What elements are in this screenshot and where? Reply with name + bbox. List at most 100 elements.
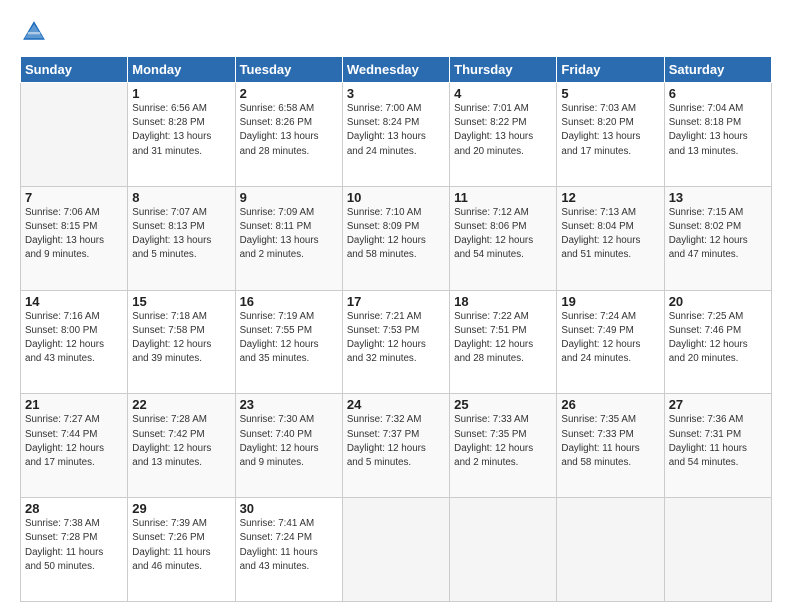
day-info: Sunrise: 7:39 AM Sunset: 7:26 PM Dayligh… [132, 517, 230, 574]
day-number: 11 [454, 190, 552, 205]
day-info: Sunrise: 7:38 AM Sunset: 7:28 PM Dayligh… [25, 517, 123, 574]
day-info: Sunrise: 7:01 AM Sunset: 8:22 PM Dayligh… [454, 102, 552, 159]
day-info: Sunrise: 7:04 AM Sunset: 8:18 PM Dayligh… [669, 102, 767, 159]
day-number: 13 [669, 190, 767, 205]
day-info: Sunrise: 7:12 AM Sunset: 8:06 PM Dayligh… [454, 206, 552, 263]
calendar-cell: 13Sunrise: 7:15 AM Sunset: 8:02 PM Dayli… [664, 186, 771, 290]
calendar-cell: 2Sunrise: 6:58 AM Sunset: 8:26 PM Daylig… [235, 83, 342, 187]
calendar-week-row: 21Sunrise: 7:27 AM Sunset: 7:44 PM Dayli… [21, 394, 772, 498]
calendar-cell: 24Sunrise: 7:32 AM Sunset: 7:37 PM Dayli… [342, 394, 449, 498]
day-number: 23 [240, 397, 338, 412]
calendar-week-row: 7Sunrise: 7:06 AM Sunset: 8:15 PM Daylig… [21, 186, 772, 290]
day-info: Sunrise: 7:06 AM Sunset: 8:15 PM Dayligh… [25, 206, 123, 263]
day-info: Sunrise: 6:58 AM Sunset: 8:26 PM Dayligh… [240, 102, 338, 159]
day-info: Sunrise: 7:27 AM Sunset: 7:44 PM Dayligh… [25, 413, 123, 470]
weekday-header-saturday: Saturday [664, 57, 771, 83]
weekday-header-wednesday: Wednesday [342, 57, 449, 83]
calendar-cell: 11Sunrise: 7:12 AM Sunset: 8:06 PM Dayli… [450, 186, 557, 290]
day-number: 2 [240, 86, 338, 101]
day-number: 19 [561, 294, 659, 309]
day-number: 22 [132, 397, 230, 412]
calendar-cell: 15Sunrise: 7:18 AM Sunset: 7:58 PM Dayli… [128, 290, 235, 394]
calendar-cell: 9Sunrise: 7:09 AM Sunset: 8:11 PM Daylig… [235, 186, 342, 290]
day-number: 1 [132, 86, 230, 101]
day-number: 29 [132, 501, 230, 516]
weekday-header-sunday: Sunday [21, 57, 128, 83]
weekday-header-row: SundayMondayTuesdayWednesdayThursdayFrid… [21, 57, 772, 83]
calendar-cell: 12Sunrise: 7:13 AM Sunset: 8:04 PM Dayli… [557, 186, 664, 290]
day-info: Sunrise: 7:21 AM Sunset: 7:53 PM Dayligh… [347, 310, 445, 367]
day-number: 7 [25, 190, 123, 205]
calendar-cell: 16Sunrise: 7:19 AM Sunset: 7:55 PM Dayli… [235, 290, 342, 394]
day-info: Sunrise: 7:18 AM Sunset: 7:58 PM Dayligh… [132, 310, 230, 367]
day-number: 14 [25, 294, 123, 309]
header [20, 18, 772, 46]
day-info: Sunrise: 7:16 AM Sunset: 8:00 PM Dayligh… [25, 310, 123, 367]
weekday-header-friday: Friday [557, 57, 664, 83]
calendar-cell: 19Sunrise: 7:24 AM Sunset: 7:49 PM Dayli… [557, 290, 664, 394]
day-number: 26 [561, 397, 659, 412]
day-number: 4 [454, 86, 552, 101]
calendar-table: SundayMondayTuesdayWednesdayThursdayFrid… [20, 56, 772, 602]
calendar-cell: 18Sunrise: 7:22 AM Sunset: 7:51 PM Dayli… [450, 290, 557, 394]
day-info: Sunrise: 7:41 AM Sunset: 7:24 PM Dayligh… [240, 517, 338, 574]
calendar-cell [450, 498, 557, 602]
day-number: 20 [669, 294, 767, 309]
calendar-cell: 7Sunrise: 7:06 AM Sunset: 8:15 PM Daylig… [21, 186, 128, 290]
day-number: 5 [561, 86, 659, 101]
logo-icon [20, 18, 48, 46]
calendar-cell: 5Sunrise: 7:03 AM Sunset: 8:20 PM Daylig… [557, 83, 664, 187]
day-info: Sunrise: 7:33 AM Sunset: 7:35 PM Dayligh… [454, 413, 552, 470]
weekday-header-monday: Monday [128, 57, 235, 83]
day-info: Sunrise: 7:25 AM Sunset: 7:46 PM Dayligh… [669, 310, 767, 367]
day-info: Sunrise: 7:15 AM Sunset: 8:02 PM Dayligh… [669, 206, 767, 263]
day-info: Sunrise: 7:32 AM Sunset: 7:37 PM Dayligh… [347, 413, 445, 470]
calendar-cell: 28Sunrise: 7:38 AM Sunset: 7:28 PM Dayli… [21, 498, 128, 602]
calendar-cell: 21Sunrise: 7:27 AM Sunset: 7:44 PM Dayli… [21, 394, 128, 498]
day-number: 24 [347, 397, 445, 412]
calendar-cell: 23Sunrise: 7:30 AM Sunset: 7:40 PM Dayli… [235, 394, 342, 498]
day-number: 28 [25, 501, 123, 516]
day-info: Sunrise: 7:22 AM Sunset: 7:51 PM Dayligh… [454, 310, 552, 367]
day-info: Sunrise: 7:13 AM Sunset: 8:04 PM Dayligh… [561, 206, 659, 263]
day-number: 3 [347, 86, 445, 101]
calendar-cell [557, 498, 664, 602]
day-info: Sunrise: 7:03 AM Sunset: 8:20 PM Dayligh… [561, 102, 659, 159]
logo [20, 18, 52, 46]
calendar-cell: 6Sunrise: 7:04 AM Sunset: 8:18 PM Daylig… [664, 83, 771, 187]
weekday-header-tuesday: Tuesday [235, 57, 342, 83]
calendar-cell [664, 498, 771, 602]
day-number: 6 [669, 86, 767, 101]
weekday-header-thursday: Thursday [450, 57, 557, 83]
calendar-week-row: 1Sunrise: 6:56 AM Sunset: 8:28 PM Daylig… [21, 83, 772, 187]
day-info: Sunrise: 7:30 AM Sunset: 7:40 PM Dayligh… [240, 413, 338, 470]
calendar-cell: 22Sunrise: 7:28 AM Sunset: 7:42 PM Dayli… [128, 394, 235, 498]
calendar-cell: 1Sunrise: 6:56 AM Sunset: 8:28 PM Daylig… [128, 83, 235, 187]
calendar-cell: 3Sunrise: 7:00 AM Sunset: 8:24 PM Daylig… [342, 83, 449, 187]
calendar-week-row: 14Sunrise: 7:16 AM Sunset: 8:00 PM Dayli… [21, 290, 772, 394]
day-info: Sunrise: 7:35 AM Sunset: 7:33 PM Dayligh… [561, 413, 659, 470]
day-info: Sunrise: 7:07 AM Sunset: 8:13 PM Dayligh… [132, 206, 230, 263]
day-info: Sunrise: 7:10 AM Sunset: 8:09 PM Dayligh… [347, 206, 445, 263]
day-info: Sunrise: 7:36 AM Sunset: 7:31 PM Dayligh… [669, 413, 767, 470]
calendar-cell: 17Sunrise: 7:21 AM Sunset: 7:53 PM Dayli… [342, 290, 449, 394]
day-number: 21 [25, 397, 123, 412]
day-number: 17 [347, 294, 445, 309]
day-info: Sunrise: 7:28 AM Sunset: 7:42 PM Dayligh… [132, 413, 230, 470]
calendar-cell [21, 83, 128, 187]
calendar-week-row: 28Sunrise: 7:38 AM Sunset: 7:28 PM Dayli… [21, 498, 772, 602]
day-number: 18 [454, 294, 552, 309]
day-number: 25 [454, 397, 552, 412]
day-info: Sunrise: 7:19 AM Sunset: 7:55 PM Dayligh… [240, 310, 338, 367]
calendar-cell [342, 498, 449, 602]
calendar-cell: 26Sunrise: 7:35 AM Sunset: 7:33 PM Dayli… [557, 394, 664, 498]
page: SundayMondayTuesdayWednesdayThursdayFrid… [0, 0, 792, 612]
day-info: Sunrise: 7:24 AM Sunset: 7:49 PM Dayligh… [561, 310, 659, 367]
day-info: Sunrise: 7:00 AM Sunset: 8:24 PM Dayligh… [347, 102, 445, 159]
calendar-cell: 14Sunrise: 7:16 AM Sunset: 8:00 PM Dayli… [21, 290, 128, 394]
day-number: 8 [132, 190, 230, 205]
calendar-cell: 8Sunrise: 7:07 AM Sunset: 8:13 PM Daylig… [128, 186, 235, 290]
day-number: 9 [240, 190, 338, 205]
calendar-cell: 4Sunrise: 7:01 AM Sunset: 8:22 PM Daylig… [450, 83, 557, 187]
day-info: Sunrise: 6:56 AM Sunset: 8:28 PM Dayligh… [132, 102, 230, 159]
